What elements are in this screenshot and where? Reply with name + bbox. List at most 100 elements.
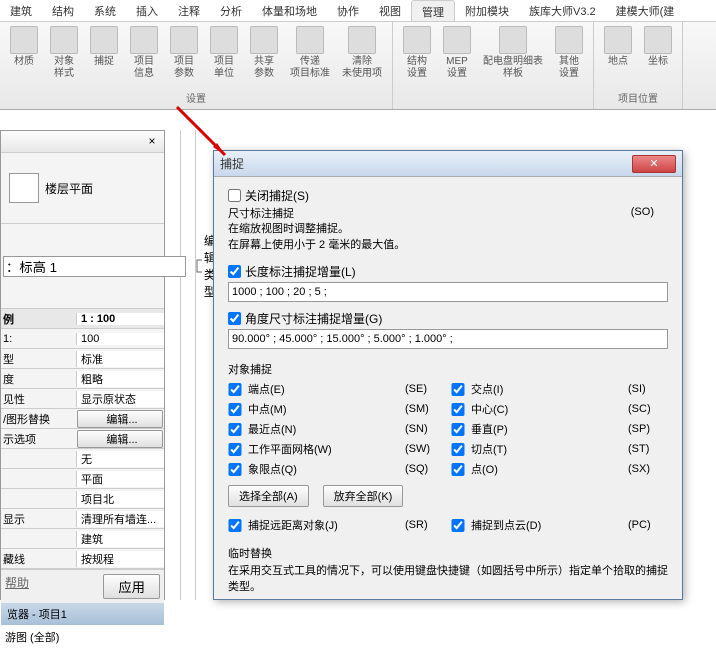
ribbon-tab[interactable]: 插入 bbox=[126, 0, 168, 21]
snap-checkbox[interactable] bbox=[228, 423, 242, 436]
snap-checkbox[interactable] bbox=[228, 403, 242, 416]
property-row: 项目北 bbox=[1, 489, 164, 509]
ribbon-button[interactable]: 地点 bbox=[598, 24, 638, 88]
level-row: 编辑类型 bbox=[1, 224, 164, 309]
ribbon-button[interactable]: 共享 参数 bbox=[244, 24, 284, 88]
level-input[interactable] bbox=[3, 256, 186, 277]
project-browser-header[interactable]: 览器 - 项目1 bbox=[1, 603, 164, 625]
help-link[interactable]: 帮助 bbox=[5, 574, 29, 599]
ribbon-button[interactable]: 对象 样式 bbox=[44, 24, 84, 88]
ribbon-tab[interactable]: 协作 bbox=[327, 0, 369, 21]
length-snap-checkbox[interactable]: 长度标注捕捉增量(L) bbox=[228, 263, 668, 280]
angle-snap-checkbox[interactable]: 角度尺寸标注捕捉增量(G) bbox=[228, 310, 668, 327]
divider bbox=[195, 130, 196, 600]
panel-header: × bbox=[1, 131, 164, 153]
remote-snap-checkbox[interactable] bbox=[228, 519, 242, 532]
property-value[interactable]: 无 bbox=[76, 451, 164, 467]
ribbon-button[interactable]: 项目 信息 bbox=[124, 24, 164, 88]
property-value[interactable]: 粗略 bbox=[76, 371, 164, 387]
property-row: 无 bbox=[1, 449, 164, 469]
ribbon-tab[interactable]: 建模大师(建 bbox=[606, 0, 685, 21]
shortcut-label: (SO) bbox=[631, 206, 654, 218]
ribbon-panel: 材质对象 样式捕捉项目 信息项目 参数项目 单位共享 参数传递 项目标准清除 未… bbox=[0, 22, 716, 110]
ribbon-icon bbox=[130, 26, 158, 54]
ribbon-icon bbox=[210, 26, 238, 54]
ribbon-icon bbox=[604, 26, 632, 54]
property-value[interactable]: 清理所有墙连... bbox=[76, 511, 164, 527]
ribbon-icon bbox=[348, 26, 376, 54]
snap-checkbox[interactable] bbox=[451, 423, 465, 436]
ribbon-tabs: 建筑结构系统插入注释分析体量和场地协作视图管理附加模块族库大师V3.2建模大师(… bbox=[0, 0, 716, 22]
snap-checkbox[interactable] bbox=[451, 463, 465, 476]
close-snap-checkbox[interactable]: 关闭捕捉(S) bbox=[228, 187, 668, 204]
edit-button[interactable]: 编辑... bbox=[77, 430, 163, 448]
property-value[interactable]: 项目北 bbox=[76, 491, 164, 507]
ribbon-button[interactable]: 其他 设置 bbox=[549, 24, 589, 103]
property-row: 度粗略 bbox=[1, 369, 164, 389]
snap-checkbox[interactable] bbox=[228, 463, 242, 476]
ribbon-tab[interactable]: 注释 bbox=[168, 0, 210, 21]
ribbon-icon bbox=[50, 26, 78, 54]
ribbon-tab[interactable]: 附加模块 bbox=[455, 0, 519, 21]
info-text: 在屏幕上使用小于 2 毫米的最大值。 bbox=[228, 238, 668, 253]
dim-snap-label: 尺寸标注捕捉 bbox=[228, 207, 668, 222]
property-row: 藏线按规程 bbox=[1, 549, 164, 569]
ribbon-tab[interactable]: 族库大师V3.2 bbox=[519, 0, 606, 21]
ribbon-group: 地点坐标项目位置 bbox=[594, 22, 683, 109]
panel-close-icon[interactable]: × bbox=[144, 134, 160, 150]
ribbon-button[interactable]: 坐标 bbox=[638, 24, 678, 88]
property-value[interactable]: 平面 bbox=[76, 471, 164, 487]
deselect-all-button[interactable]: 放弃全部(K) bbox=[323, 485, 404, 507]
ribbon-button[interactable]: 项目 参数 bbox=[164, 24, 204, 88]
browser-item[interactable]: 游图 (全部) bbox=[1, 625, 164, 649]
property-row: 1:100 bbox=[1, 329, 164, 349]
ribbon-group: 结构 设置MEP 设置配电盘明细表 样板其他 设置 bbox=[393, 22, 594, 109]
ribbon-tab[interactable]: 体量和场地 bbox=[252, 0, 327, 21]
ribbon-tab[interactable]: 管理 bbox=[411, 0, 455, 21]
ribbon-button[interactable]: 结构 设置 bbox=[397, 24, 437, 103]
ribbon-tab[interactable]: 系统 bbox=[84, 0, 126, 21]
ribbon-button[interactable]: 清除 未使用项 bbox=[336, 24, 388, 88]
select-all-button[interactable]: 选择全部(A) bbox=[228, 485, 309, 507]
property-value[interactable]: 按规程 bbox=[76, 551, 164, 567]
ribbon-button[interactable]: 传递 项目标准 bbox=[284, 24, 336, 88]
ribbon-button[interactable]: 材质 bbox=[4, 24, 44, 88]
ribbon-tab[interactable]: 建筑 bbox=[0, 0, 42, 21]
dialog-titlebar[interactable]: 捕捉 ✕ bbox=[214, 151, 682, 177]
dialog-close-button[interactable]: ✕ bbox=[632, 155, 676, 173]
property-value[interactable]: 100 bbox=[76, 333, 164, 345]
ribbon-icon bbox=[555, 26, 583, 54]
property-value[interactable]: 标准 bbox=[76, 351, 164, 367]
angle-increment-input[interactable] bbox=[228, 329, 668, 349]
pointcloud-snap-checkbox[interactable] bbox=[451, 519, 465, 532]
ribbon-icon bbox=[90, 26, 118, 54]
ribbon-tab[interactable]: 分析 bbox=[210, 0, 252, 21]
ribbon-button[interactable]: MEP 设置 bbox=[437, 24, 477, 103]
dialog-title: 捕捉 bbox=[220, 155, 244, 172]
ribbon-button[interactable]: 捕捉 bbox=[84, 24, 124, 88]
object-snap-title: 对象捕捉 bbox=[228, 361, 668, 377]
apply-button[interactable]: 应用 bbox=[103, 574, 160, 599]
properties-table: 例1 : 1001:100型标准度粗略见性显示原状态/图形替换编辑...示选项编… bbox=[1, 309, 164, 569]
plan-label: 楼层平面 bbox=[45, 180, 93, 197]
edit-button[interactable]: 编辑... bbox=[77, 410, 163, 428]
ribbon-tab[interactable]: 结构 bbox=[42, 0, 84, 21]
snap-checkbox[interactable] bbox=[451, 443, 465, 456]
property-row: 见性显示原状态 bbox=[1, 389, 164, 409]
snap-checkbox[interactable] bbox=[451, 403, 465, 416]
property-value[interactable]: 建筑 bbox=[76, 531, 164, 547]
length-increment-input[interactable] bbox=[228, 282, 668, 302]
ribbon-button[interactable]: 配电盘明细表 样板 bbox=[477, 24, 549, 103]
ribbon-button[interactable]: 项目 单位 bbox=[204, 24, 244, 88]
ribbon-icon bbox=[644, 26, 672, 54]
property-value[interactable]: 1 : 100 bbox=[76, 313, 164, 325]
plan-type-row[interactable]: 楼层平面 bbox=[1, 153, 164, 224]
info-text: 在缩放视图时调整捕捉。 bbox=[228, 222, 668, 237]
ribbon-icon bbox=[170, 26, 198, 54]
property-value[interactable]: 显示原状态 bbox=[76, 391, 164, 407]
snap-checkbox[interactable] bbox=[228, 443, 242, 456]
snap-checkbox[interactable] bbox=[451, 383, 465, 396]
ribbon-tab[interactable]: 视图 bbox=[369, 0, 411, 21]
snap-checkbox[interactable] bbox=[228, 383, 242, 396]
property-row: 例1 : 100 bbox=[1, 309, 164, 329]
